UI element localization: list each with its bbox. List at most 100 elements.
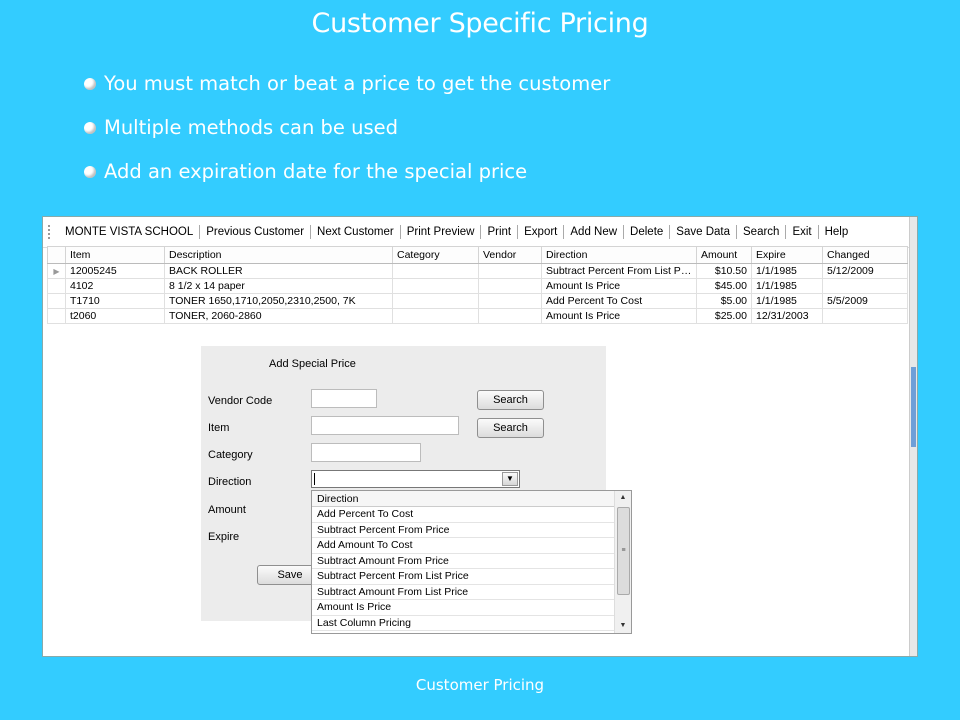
vendor-code-input[interactable] xyxy=(311,389,377,408)
cell-category[interactable] xyxy=(392,293,479,309)
print-button[interactable]: Print xyxy=(481,224,517,240)
row-selector[interactable] xyxy=(47,293,66,309)
customer-name-button[interactable]: MONTE VISTA SCHOOL xyxy=(59,224,199,240)
cell-expire[interactable]: 1/1/1985 xyxy=(751,278,823,294)
bullet-text: You must match or beat a price to get th… xyxy=(104,72,611,95)
arrow-up-icon[interactable]: ▲ xyxy=(615,491,631,505)
cell-description[interactable]: 8 1/2 x 14 paper xyxy=(164,278,393,294)
cell-amount[interactable]: $5.00 xyxy=(696,293,752,309)
cell-direction[interactable]: Subtract Percent From List Pri... xyxy=(541,263,697,279)
direction-dropdown-list[interactable]: Direction Add Percent To Cost Subtract P… xyxy=(311,490,632,634)
cell-description[interactable]: TONER 1650,1710,2050,2310,2500, 7K xyxy=(164,293,393,309)
window-scrollbar[interactable] xyxy=(909,217,917,656)
cell-vendor[interactable] xyxy=(478,263,542,279)
column-header-description[interactable]: Description xyxy=(164,246,393,264)
dropdown-option[interactable]: Subtract Amount From List Price xyxy=(312,585,614,600)
dropdown-option[interactable]: Add Amount To Cost xyxy=(312,538,614,554)
direction-label: Direction xyxy=(208,476,252,488)
bullet-text: Multiple methods can be used xyxy=(104,116,399,139)
cell-direction[interactable]: Amount Is Price xyxy=(541,308,697,324)
delete-button[interactable]: Delete xyxy=(624,224,669,240)
cell-changed[interactable]: 5/12/2009 xyxy=(822,263,908,279)
item-input[interactable] xyxy=(311,416,459,435)
column-header-amount[interactable]: Amount xyxy=(696,246,752,264)
cell-direction[interactable]: Add Percent To Cost xyxy=(541,293,697,309)
column-header-vendor[interactable]: Vendor xyxy=(478,246,542,264)
item-search-button[interactable]: Search xyxy=(477,418,544,438)
cell-vendor[interactable] xyxy=(478,293,542,309)
row-selector[interactable] xyxy=(47,308,66,324)
cell-item[interactable]: t2060 xyxy=(65,308,165,324)
previous-customer-button[interactable]: Previous Customer xyxy=(200,224,310,240)
help-button[interactable]: Help xyxy=(819,224,855,240)
save-data-button[interactable]: Save Data xyxy=(670,224,736,240)
next-customer-button[interactable]: Next Customer xyxy=(311,224,400,240)
dropdown-option[interactable]: Amount Is Price xyxy=(312,600,614,616)
table-row[interactable]: t2060 TONER, 2060-2860 Amount Is Price $… xyxy=(47,308,908,324)
cell-category[interactable] xyxy=(392,263,479,279)
cell-description[interactable]: TONER, 2060-2860 xyxy=(164,308,393,324)
cell-vendor[interactable] xyxy=(478,278,542,294)
cell-amount[interactable]: $10.50 xyxy=(696,263,752,279)
dropdown-scrollbar[interactable]: ▲ ≡ ▼ xyxy=(614,491,631,633)
search-button[interactable]: Search xyxy=(737,224,785,240)
cell-category[interactable] xyxy=(392,278,479,294)
item-label: Item xyxy=(208,422,230,434)
table-row[interactable]: 4102 8 1/2 x 14 paper Amount Is Price $4… xyxy=(47,278,908,294)
cell-vendor[interactable] xyxy=(478,308,542,324)
row-selector-header xyxy=(47,246,66,264)
slide-title: Customer Specific Pricing xyxy=(311,8,649,39)
cell-expire[interactable]: 12/31/2003 xyxy=(751,308,823,324)
direction-select[interactable]: ▼ xyxy=(311,470,520,488)
bullet-item: You must match or beat a price to get th… xyxy=(84,70,610,114)
exit-button[interactable]: Exit xyxy=(786,224,817,240)
bullet-item: Add an expiration date for the special p… xyxy=(84,158,610,202)
dropdown-option[interactable]: Last Column Pricing xyxy=(312,616,614,631)
category-input[interactable] xyxy=(311,443,421,462)
grip-icon[interactable]: ≡ xyxy=(617,507,630,595)
print-preview-button[interactable]: Print Preview xyxy=(401,224,481,240)
table-row[interactable]: ▶ 12005245 BACK ROLLER Subtract Percent … xyxy=(47,263,908,279)
cell-expire[interactable]: 1/1/1985 xyxy=(751,293,823,309)
dropdown-option[interactable]: Subtract Amount From Price xyxy=(312,554,614,569)
toolbar: MONTE VISTA SCHOOL Previous Customer Nex… xyxy=(43,217,911,248)
column-header-direction[interactable]: Direction xyxy=(541,246,697,264)
dialog-title: Add Special Price xyxy=(269,358,356,370)
column-header-category[interactable]: Category xyxy=(392,246,479,264)
column-header-expire[interactable]: Expire xyxy=(751,246,823,264)
export-button[interactable]: Export xyxy=(518,224,563,240)
bullet-list: You must match or beat a price to get th… xyxy=(84,70,610,202)
cell-item[interactable]: 12005245 xyxy=(65,263,165,279)
add-new-button[interactable]: Add New xyxy=(564,224,623,240)
cell-changed[interactable] xyxy=(822,308,908,324)
arrow-down-icon[interactable]: ▼ xyxy=(615,619,631,633)
column-header-changed[interactable]: Changed xyxy=(822,246,908,264)
scrollbar-thumb[interactable] xyxy=(911,367,916,447)
cell-direction[interactable]: Amount Is Price xyxy=(541,278,697,294)
dropdown-header: Direction xyxy=(312,491,614,507)
bullet-dot-icon xyxy=(84,122,96,134)
cell-description[interactable]: BACK ROLLER xyxy=(164,263,393,279)
row-pointer-icon[interactable]: ▶ xyxy=(47,263,66,279)
vendor-code-label: Vendor Code xyxy=(208,395,273,407)
toolbar-grip-icon[interactable] xyxy=(48,225,53,239)
vendor-search-button[interactable]: Search xyxy=(477,390,544,410)
cell-amount[interactable]: $25.00 xyxy=(696,308,752,324)
cell-changed[interactable] xyxy=(822,278,908,294)
slide-footer: Customer Pricing xyxy=(415,676,545,694)
column-header-item[interactable]: Item xyxy=(65,246,165,264)
cell-item[interactable]: 4102 xyxy=(65,278,165,294)
amount-label: Amount xyxy=(208,504,246,516)
chevron-down-icon[interactable]: ▼ xyxy=(502,472,518,486)
cell-category[interactable] xyxy=(392,308,479,324)
cell-item[interactable]: T1710 xyxy=(65,293,165,309)
text-caret xyxy=(314,473,315,485)
cell-expire[interactable]: 1/1/1985 xyxy=(751,263,823,279)
dropdown-option[interactable]: Subtract Percent From Price xyxy=(312,523,614,538)
row-selector[interactable] xyxy=(47,278,66,294)
dropdown-option[interactable]: Subtract Percent From List Price xyxy=(312,569,614,585)
dropdown-option[interactable]: Add Percent To Cost xyxy=(312,507,614,523)
table-row[interactable]: T1710 TONER 1650,1710,2050,2310,2500, 7K… xyxy=(47,293,908,309)
cell-changed[interactable]: 5/5/2009 xyxy=(822,293,908,309)
cell-amount[interactable]: $45.00 xyxy=(696,278,752,294)
